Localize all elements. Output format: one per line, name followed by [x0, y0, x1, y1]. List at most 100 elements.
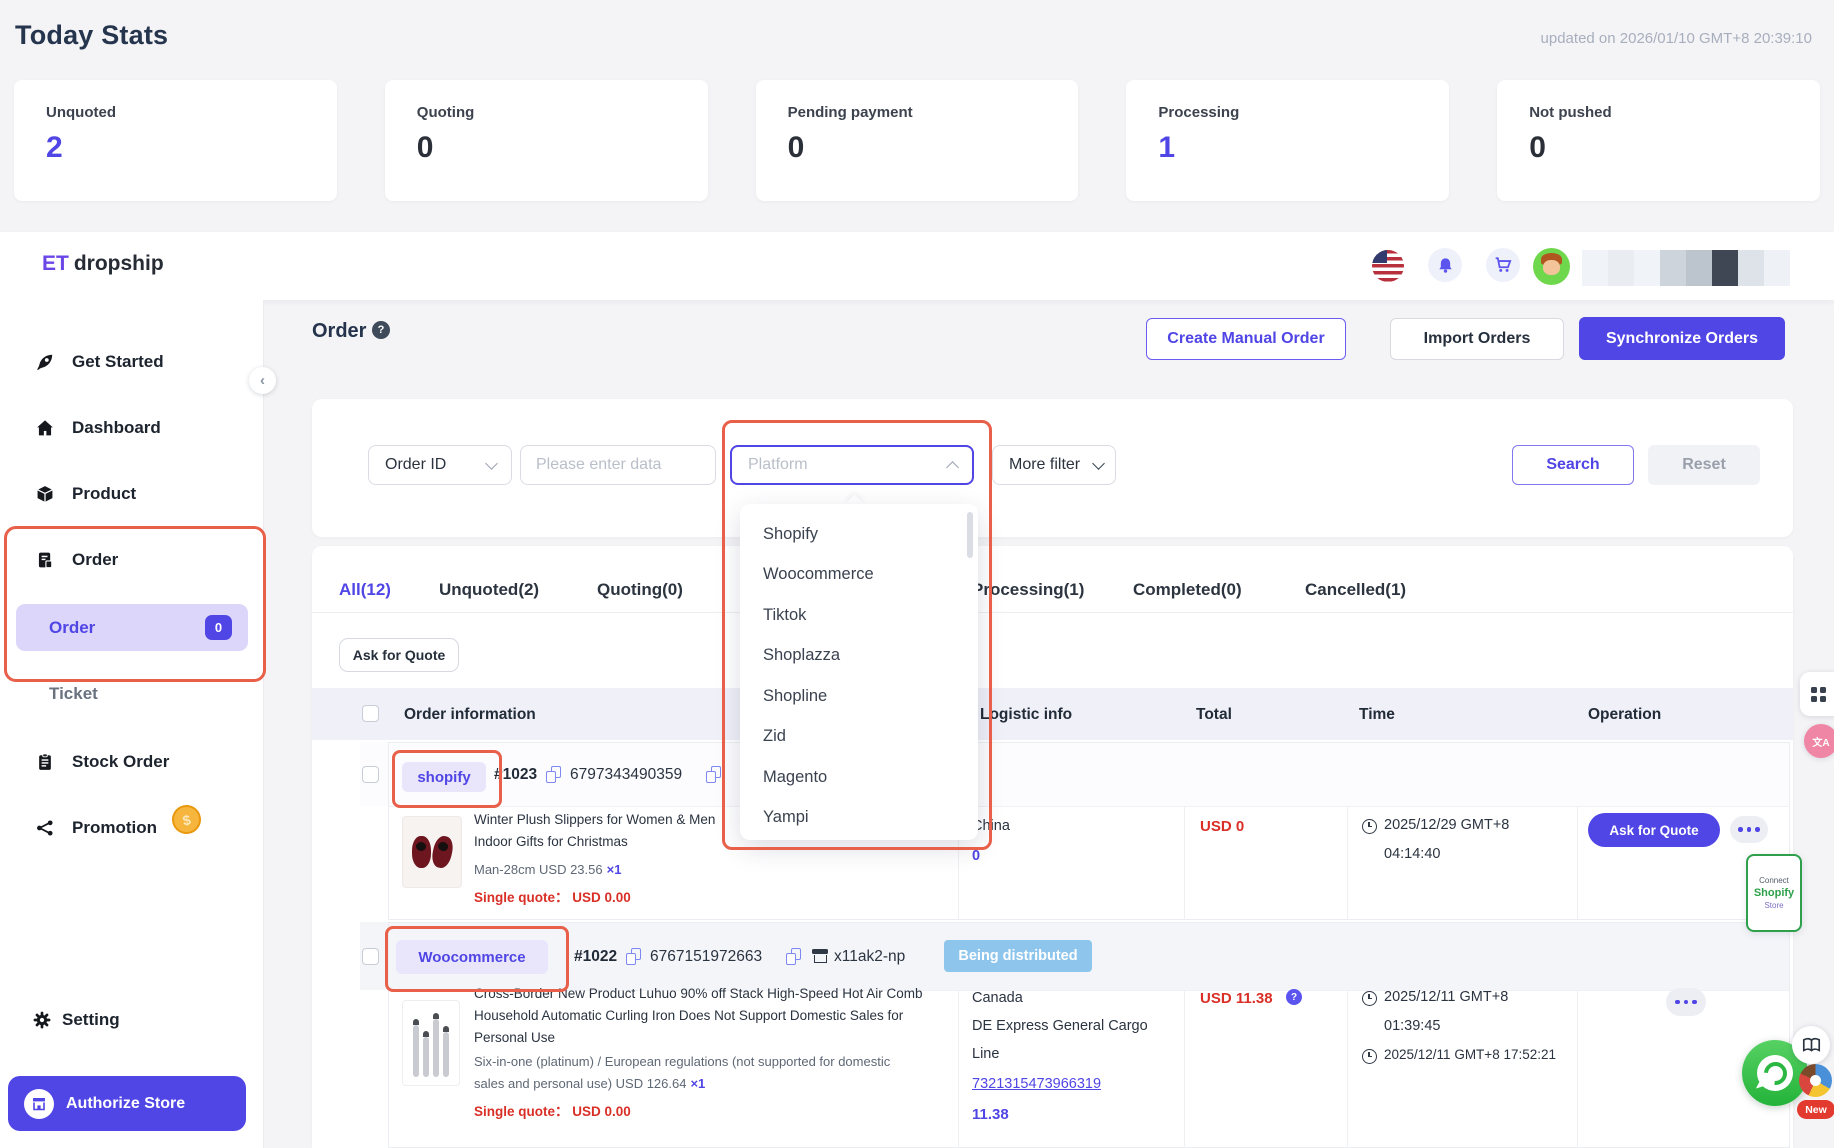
select-all-checkbox[interactable] — [362, 705, 379, 722]
col-order-information: Order information — [404, 706, 536, 724]
col-logistic-info: Logistic info — [980, 706, 1072, 724]
single-quote: Single quote： USD 0.00 — [474, 886, 631, 906]
updated-timestamp: updated on 2026/01/10 GMT+8 20:39:10 — [1541, 30, 1812, 47]
filter-field-value: Order ID — [385, 456, 446, 474]
tab-processing[interactable]: Processing(1) — [972, 580, 1084, 600]
side-tools-tab[interactable] — [1800, 672, 1834, 716]
product-image-curling-iron[interactable] — [402, 1000, 460, 1086]
authorize-store-button[interactable]: Authorize Store — [8, 1076, 246, 1131]
sidebar-item-order[interactable]: Order — [0, 540, 263, 580]
sidebar-subitem-ticket[interactable]: Ticket — [49, 684, 98, 704]
tab-quoting[interactable]: Quoting(0) — [597, 580, 683, 600]
sidebar-item-dashboard[interactable]: Dashboard — [0, 408, 263, 448]
ask-for-quote-button[interactable]: Ask for Quote — [1588, 813, 1720, 847]
today-stats-title: Today Stats — [15, 20, 168, 51]
order-time: 2025/12/29 GMT+8 — [1384, 817, 1509, 833]
synchronize-orders-button[interactable]: Synchronize Orders — [1579, 317, 1785, 360]
row-checkbox[interactable] — [362, 766, 379, 783]
copy-icon[interactable] — [546, 766, 561, 783]
col-time: Time — [1359, 706, 1395, 724]
copy-icon[interactable] — [786, 948, 801, 965]
tab-completed[interactable]: Completed(0) — [1133, 580, 1242, 600]
cart-button[interactable] — [1486, 248, 1520, 282]
filter-field-select[interactable]: Order ID — [368, 445, 512, 485]
more-actions-button[interactable] — [1666, 988, 1706, 1016]
clock-icon — [1362, 819, 1377, 834]
tab-all[interactable]: All(12) — [339, 580, 391, 600]
stat-card-processing[interactable]: Processing 1 — [1126, 80, 1449, 201]
sidebar-item-get-started[interactable]: Get Started — [0, 342, 263, 382]
import-orders-button[interactable]: Import Orders — [1390, 318, 1564, 360]
row-checkbox[interactable] — [362, 948, 379, 965]
tab-cancelled[interactable]: Cancelled(1) — [1305, 580, 1406, 600]
connect-shopify-store-widget[interactable]: Connect Shopify Store — [1746, 854, 1802, 932]
platform-option-shopline[interactable]: Shopline — [740, 676, 978, 717]
stat-card-quoting[interactable]: Quoting 0 — [385, 80, 708, 201]
search-button[interactable]: Search — [1512, 445, 1634, 485]
more-filter-label: More filter — [1009, 456, 1080, 474]
product-title-line[interactable]: Winter Plush Slippers for Women & Men — [474, 812, 715, 827]
brand-logo[interactable]: ET dropship — [42, 252, 164, 276]
column-separator — [958, 990, 959, 1148]
column-separator — [1577, 806, 1578, 920]
store-label: Store — [1764, 901, 1783, 910]
product-image-slippers[interactable] — [402, 816, 462, 888]
product-title-line[interactable]: Household Automatic Curling Iron Does No… — [474, 1008, 903, 1023]
platform-option-tiktok[interactable]: Tiktok — [740, 595, 978, 636]
product-title-line[interactable]: Personal Use — [474, 1030, 555, 1045]
filter-value-input[interactable] — [520, 445, 716, 485]
sidebar-label: Get Started — [72, 352, 164, 372]
reset-button[interactable]: Reset — [1648, 445, 1760, 485]
product-title-line[interactable]: Cross-Border New Product Luhuo 90% off S… — [474, 986, 922, 1001]
book-icon — [1802, 1037, 1821, 1053]
sidebar-item-setting[interactable]: Setting — [0, 1000, 263, 1040]
help-docs-button[interactable] — [1792, 1026, 1830, 1064]
user-avatar[interactable] — [1533, 248, 1570, 285]
create-manual-order-button[interactable]: Create Manual Order — [1146, 318, 1346, 360]
column-separator — [1347, 990, 1348, 1148]
notifications-button[interactable] — [1428, 248, 1462, 282]
dropdown-scrollbar[interactable] — [967, 512, 973, 558]
platform-option-woocommerce[interactable]: Woocommerce — [740, 555, 978, 596]
tab-unquoted[interactable]: Unquoted(2) — [439, 580, 539, 600]
censored-username — [1582, 250, 1790, 286]
logistic-fee[interactable]: 0 — [972, 848, 980, 864]
product-title-line[interactable]: Indoor Gifts for Christmas — [474, 834, 628, 849]
product-variant: Six-in-one (platinum) / European regulat… — [474, 1054, 890, 1069]
sidebar-item-promotion[interactable]: Promotion $ — [0, 808, 263, 848]
order-file-icon — [36, 551, 54, 569]
logistic-fee[interactable]: 11.38 — [972, 1106, 1009, 1123]
order-total: USD 0 — [1200, 818, 1244, 835]
platform-option-yampi[interactable]: Yampi — [740, 798, 978, 839]
platform-option-magento[interactable]: Magento — [740, 757, 978, 798]
more-filter-button[interactable]: More filter — [992, 445, 1116, 485]
help-icon[interactable]: ? — [372, 321, 390, 339]
tracking-number-link[interactable]: 7321315473966319 — [972, 1076, 1101, 1092]
order-time: 2025/12/11 GMT+8 17:52:21 — [1384, 1047, 1556, 1062]
copy-icon[interactable] — [706, 766, 721, 783]
copy-icon[interactable] — [626, 948, 641, 965]
platform-badge-shopify[interactable]: shopify — [402, 762, 486, 792]
share-icon — [36, 819, 54, 837]
platform-badge-woocommerce[interactable]: Woocommerce — [396, 940, 548, 974]
stat-card-unquoted[interactable]: Unquoted 2 — [14, 80, 337, 201]
stat-card-not-pushed[interactable]: Not pushed 0 — [1497, 80, 1820, 201]
ask-for-quote-bulk-button[interactable]: Ask for Quote — [339, 638, 459, 672]
sidebar-collapse-button[interactable]: ‹ — [249, 367, 276, 394]
new-feature-icon[interactable] — [1799, 1064, 1832, 1097]
stat-card-pending-payment[interactable]: Pending payment 0 — [756, 80, 1079, 201]
platform-select[interactable]: Platform — [730, 445, 974, 485]
language-flag-icon[interactable] — [1372, 250, 1404, 282]
chevron-down-icon — [485, 457, 498, 470]
platform-option-shopify[interactable]: Shopify — [740, 514, 978, 555]
col-total: Total — [1196, 706, 1232, 724]
order-time: 01:39:45 — [1384, 1018, 1440, 1034]
more-actions-button[interactable] — [1730, 816, 1768, 843]
total-help-icon[interactable]: ? — [1286, 989, 1302, 1005]
sidebar-item-product[interactable]: Product — [0, 474, 263, 514]
translate-button[interactable]: 文A — [1804, 724, 1834, 758]
sidebar-item-stock-order[interactable]: Stock Order — [0, 742, 263, 782]
sidebar-subitem-order[interactable]: Order 0 — [16, 604, 248, 651]
platform-option-zid[interactable]: Zid — [740, 717, 978, 758]
platform-option-shoplazza[interactable]: Shoplazza — [740, 636, 978, 677]
